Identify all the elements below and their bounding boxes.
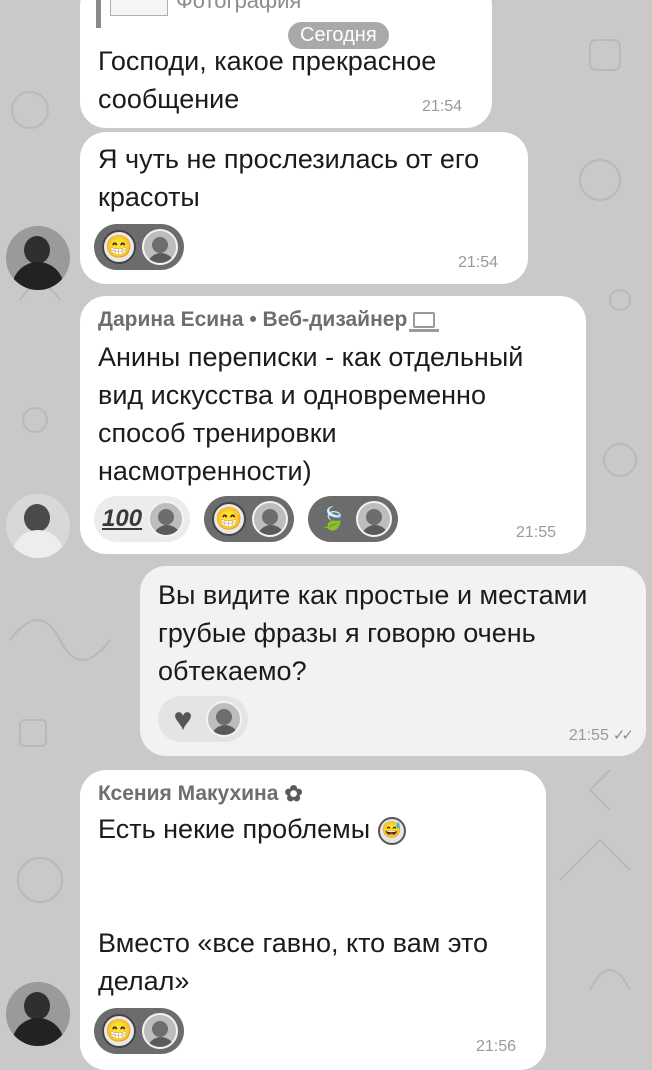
message-time-text: 21:55 [568, 727, 609, 744]
reactor-avatar [142, 1013, 178, 1049]
grin-emoji-icon: 😁 [102, 1014, 136, 1048]
message-text: Я чуть не прослезилась от его красоты [98, 144, 480, 212]
sender-avatar[interactable] [6, 494, 70, 558]
reaction-chip[interactable]: 😁 [94, 224, 184, 270]
message-text: Господи, какое прекрасное сообщение [98, 46, 437, 114]
leaf-emoji-icon: 🍃 [319, 506, 347, 531]
reactor-avatar [206, 701, 242, 737]
laptop-icon [409, 312, 440, 332]
message-bubble[interactable]: Дарина Есина • Веб-дизайнер Анины перепи… [80, 296, 586, 554]
reaction-chip[interactable]: ♥ [158, 696, 248, 742]
sender-avatar[interactable] [6, 226, 70, 290]
message-bubble[interactable]: Я чуть не прослезилась от его красоты 😁 … [80, 132, 528, 284]
message-bubble[interactable]: Ксения Макухина ✿ Есть некие проблемы 😅 … [80, 770, 546, 1070]
message-time: 21:55 ✓✓ [568, 726, 634, 745]
heart-icon: ♥ [173, 701, 193, 737]
reactions: 😁 [94, 224, 184, 270]
message-time: 21:54 [421, 98, 462, 115]
message-bubble-outgoing[interactable]: Вы видите как простые и местами грубые ф… [140, 566, 646, 756]
reaction-chip[interactable]: 😁 [94, 1008, 184, 1054]
sender-name-text: Дарина Есина • Веб-дизайнер [98, 308, 408, 331]
message-time: 21:55 [515, 524, 556, 541]
reactor-avatar [142, 229, 178, 265]
reply-quote[interactable]: Фотография [96, 0, 478, 28]
sender-avatar[interactable] [6, 982, 70, 1046]
sweat-smile-emoji-icon: 😅 [377, 816, 406, 845]
reactions: ♥ [158, 696, 248, 742]
message-text: Вы видите как простые и местами грубые ф… [158, 580, 588, 686]
message-text: Есть некие проблемы 😅 [98, 810, 406, 848]
read-check-icon: ✓✓ [612, 727, 634, 744]
reactor-avatar [148, 501, 185, 537]
sender-name[interactable]: Дарина Есина • Веб-дизайнер [98, 306, 440, 334]
reaction-chip[interactable]: 100 [94, 496, 191, 542]
reactions: 100 😁 🍃 [94, 496, 399, 542]
grin-emoji-icon: 😁 [102, 230, 136, 264]
reactions: 😁 [94, 1008, 184, 1054]
message-time: 21:56 [475, 1038, 516, 1055]
date-divider: Сегодня [288, 22, 389, 49]
reactor-avatar [356, 501, 393, 537]
sender-name-text: Ксения Макухина [98, 782, 279, 805]
message-bubble[interactable]: Фотография Господи, какое прекрасное соо… [80, 0, 492, 128]
message-text-line: Есть некие проблемы [98, 814, 371, 844]
hundred-emoji-icon: 100 [102, 505, 143, 532]
grin-emoji-icon: 😁 [212, 502, 247, 536]
quote-bar [96, 0, 101, 28]
reply-preview-label: Фотография [176, 0, 302, 13]
bird-icon: ✿ [284, 781, 303, 806]
message-text: Анины переписки - как отдельный вид иску… [98, 342, 524, 486]
reaction-chip[interactable]: 🍃 [308, 496, 399, 542]
message-text: Вместо «все гавно, кто вам это делал» [98, 928, 489, 996]
reaction-chip[interactable]: 😁 [204, 496, 295, 542]
reactor-avatar [252, 501, 289, 537]
sender-name[interactable]: Ксения Макухина ✿ [98, 780, 303, 808]
photo-thumbnail [110, 0, 168, 16]
message-time: 21:54 [457, 254, 498, 271]
